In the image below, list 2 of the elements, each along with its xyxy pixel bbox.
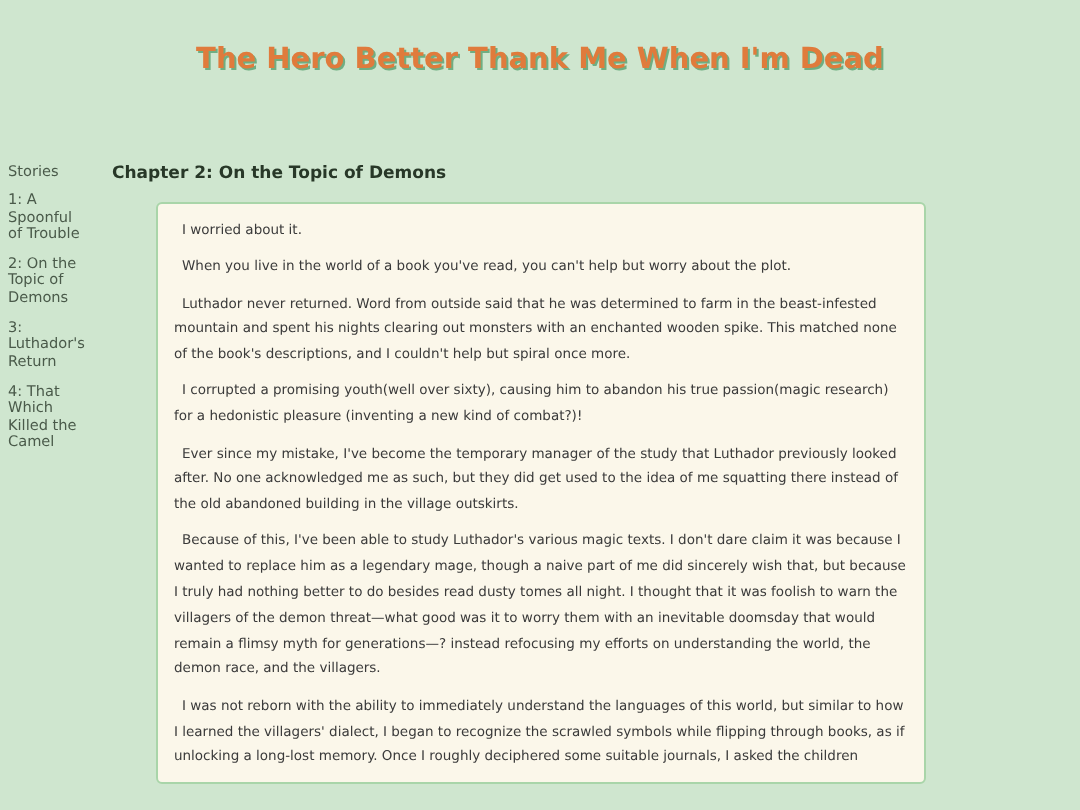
- site-title: The Hero Better Thank Me When I'm Dead: [194, 42, 886, 76]
- chapter-title: Chapter 2: On the Topic of Demons: [112, 164, 449, 184]
